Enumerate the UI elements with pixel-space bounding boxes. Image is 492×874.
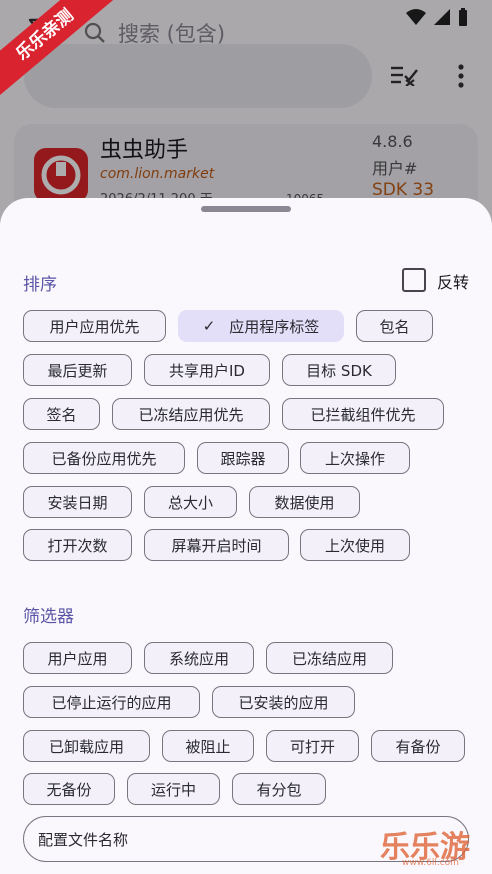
chip-label: 已停止运行的应用 [51, 693, 172, 712]
sort-chip-signature[interactable]: 签名 [23, 398, 100, 430]
chip-label: 应用程序标签 [229, 317, 320, 336]
filter-chip-uninstalled-apps[interactable]: 已卸载应用 [23, 730, 150, 762]
reverse-checkbox[interactable] [402, 268, 426, 292]
chip-label: 最后更新 [47, 361, 108, 380]
filter-chip-launchable[interactable]: 可打开 [266, 730, 359, 762]
sort-chip-open-count[interactable]: 打开次数 [23, 529, 132, 561]
filter-chip-stopped-apps[interactable]: 已停止运行的应用 [23, 686, 200, 718]
sort-chip-last-used[interactable]: 上次使用 [300, 529, 410, 561]
sort-chip-install-date[interactable]: 安装日期 [23, 486, 132, 518]
check-icon: ✓ [202, 317, 216, 335]
profile-name-label: 配置文件名称 [38, 831, 129, 849]
chip-label: 运行中 [150, 780, 196, 799]
filter-title: 筛选器 [23, 607, 74, 627]
chip-label: 签名 [46, 405, 77, 424]
sort-chip-user-apps-first[interactable]: 用户应用优先 [23, 310, 166, 342]
chip-label: 目标 SDK [306, 361, 372, 380]
chip-label: 总大小 [167, 493, 213, 512]
filter-chip-blocked[interactable]: 被阻止 [162, 730, 254, 762]
chip-label: 数据使用 [274, 493, 335, 512]
chip-label: 已备份应用优先 [51, 449, 157, 468]
chip-label: 已安装的应用 [238, 693, 329, 712]
chip-label: 共享用户ID [169, 361, 245, 380]
sort-chip-app-label[interactable]: ✓ 应用程序标签 [178, 310, 344, 342]
chip-label: 用户应用 [47, 649, 108, 668]
chip-label: 有分包 [256, 780, 302, 799]
chip-label: 安装日期 [47, 493, 108, 512]
sort-chip-data-usage[interactable]: 数据使用 [249, 486, 360, 518]
chip-label: 已冻结应用优先 [138, 405, 244, 424]
brand-watermark-url: www.6ll.com [402, 858, 459, 868]
chip-label: 系统应用 [168, 649, 229, 668]
sort-chip-frozen-first[interactable]: 已冻结应用优先 [112, 398, 270, 430]
filter-chip-frozen-apps[interactable]: 已冻结应用 [266, 642, 393, 674]
sort-chip-total-size[interactable]: 总大小 [144, 486, 237, 518]
sort-chip-blocked-components-first[interactable]: 已拦截组件优先 [282, 398, 444, 430]
chip-label: 上次使用 [324, 536, 385, 555]
chip-label: 屏幕开启时间 [171, 536, 262, 555]
filter-chip-installed-apps[interactable]: 已安装的应用 [212, 686, 355, 718]
chip-label: 跟踪器 [220, 449, 266, 468]
chip-label: 用户应用优先 [49, 317, 140, 336]
chip-label: 包名 [379, 317, 410, 336]
sort-title: 排序 [23, 275, 57, 295]
sort-chip-screen-time[interactable]: 屏幕开启时间 [144, 529, 289, 561]
sort-chip-trackers[interactable]: 跟踪器 [197, 442, 289, 474]
chip-label: 打开次数 [47, 536, 108, 555]
chip-label: 上次操作 [324, 449, 385, 468]
chip-label: 已冻结应用 [291, 649, 367, 668]
sort-filter-sheet: 排序 反转 用户应用优先 ✓ 应用程序标签 包名 最后更新 共享用户ID 目标 S… [0, 198, 492, 874]
filter-chip-user-apps[interactable]: 用户应用 [23, 642, 132, 674]
filter-chip-has-backup[interactable]: 有备份 [371, 730, 465, 762]
filter-chip-no-backup[interactable]: 无备份 [23, 773, 115, 805]
filter-chip-has-splits[interactable]: 有分包 [232, 773, 326, 805]
sort-chip-package-name[interactable]: 包名 [356, 310, 433, 342]
filter-chip-running[interactable]: 运行中 [127, 773, 220, 805]
chip-label: 无备份 [46, 780, 92, 799]
drag-handle[interactable] [201, 206, 291, 212]
chip-label: 可打开 [289, 737, 335, 756]
chip-label: 已拦截组件优先 [310, 405, 416, 424]
sort-chip-last-update[interactable]: 最后更新 [23, 354, 132, 386]
reverse-label: 反转 [437, 273, 470, 292]
sort-chip-target-sdk[interactable]: 目标 SDK [282, 354, 396, 386]
sort-chip-backup-first[interactable]: 已备份应用优先 [23, 442, 185, 474]
sort-chip-shared-uid[interactable]: 共享用户ID [144, 354, 270, 386]
chip-label: 有备份 [395, 737, 441, 756]
sort-chip-last-action[interactable]: 上次操作 [300, 442, 410, 474]
chip-label: 被阻止 [185, 737, 231, 756]
filter-chip-system-apps[interactable]: 系统应用 [144, 642, 254, 674]
chip-label: 已卸载应用 [48, 737, 124, 756]
